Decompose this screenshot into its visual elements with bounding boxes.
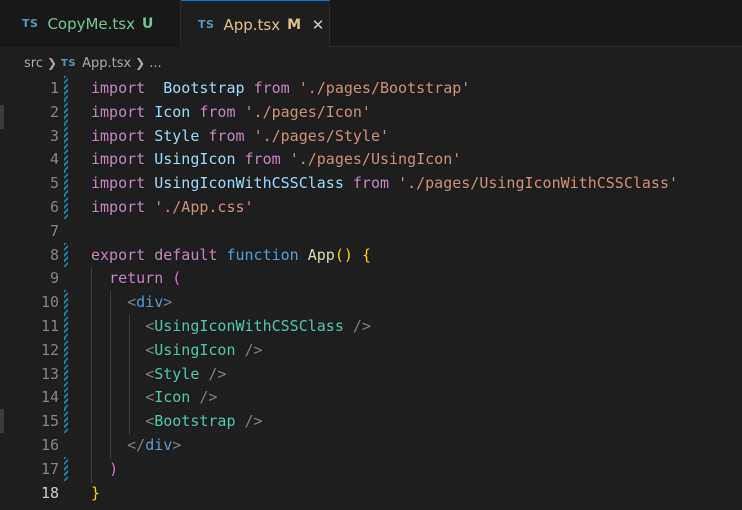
git-modified-marker[interactable] xyxy=(64,290,68,315)
line-number: 11 xyxy=(40,317,59,335)
untracked-badge: U xyxy=(142,15,154,32)
line-number: 2 xyxy=(49,102,59,121)
git-modified-marker[interactable] xyxy=(64,314,68,338)
code-line[interactable]: 16 </div> xyxy=(0,433,742,457)
code-line[interactable]: 14 <Icon /> xyxy=(0,385,742,410)
tab-label: App.tsx xyxy=(223,15,281,34)
git-modified-marker[interactable] xyxy=(64,361,68,386)
code-line[interactable]: 6 import './App.css' xyxy=(0,195,742,219)
code-line[interactable]: 7 xyxy=(0,219,742,243)
git-modified-marker[interactable] xyxy=(64,337,68,362)
code-text: <UsingIconWithCSSClass /> xyxy=(145,317,371,335)
line-number: 1 xyxy=(49,79,59,97)
line-number: 5 xyxy=(49,174,59,193)
line-number: 10 xyxy=(40,293,59,312)
code-text: } xyxy=(91,483,101,502)
code-text: import Icon from './pages/Icon' xyxy=(91,102,371,121)
close-icon[interactable]: ✕ xyxy=(310,16,326,34)
code-line[interactable]: 4 import UsingIcon from './pages/UsingIco… xyxy=(0,147,742,172)
code-text: <div> xyxy=(127,293,173,312)
code-text: export default function App() { xyxy=(91,245,371,264)
code-line[interactable]: 18} xyxy=(0,481,742,505)
breadcrumb-more[interactable]: ... xyxy=(149,56,161,71)
tab-app[interactable]: TS App.tsx M ✕ xyxy=(181,0,330,48)
code-text: import Bootstrap from './pages/Bootstrap… xyxy=(91,79,471,97)
tab-bar: TS CopyMe.tsx U TS App.tsx M ✕ xyxy=(0,0,742,48)
tab-copyme[interactable]: TS CopyMe.tsx U xyxy=(0,0,181,47)
code-text: </div> xyxy=(127,436,182,454)
git-modified-marker[interactable] xyxy=(64,147,68,172)
git-modified-marker[interactable] xyxy=(64,456,68,481)
code-line[interactable]: 17 ) xyxy=(0,456,742,481)
line-number: 9 xyxy=(49,269,59,288)
git-modified-marker[interactable] xyxy=(64,195,68,219)
tab-label: CopyMe.tsx xyxy=(47,14,135,33)
line-number: 12 xyxy=(40,340,59,359)
code-line[interactable]: 15 <Bootstrap /> xyxy=(0,409,742,434)
line-number: 13 xyxy=(40,364,59,383)
code-line[interactable]: 9 return ( xyxy=(0,266,742,290)
modified-badge: M xyxy=(287,16,302,33)
code-line[interactable]: 13 <Style /> xyxy=(0,361,742,386)
git-modified-marker[interactable] xyxy=(64,99,68,124)
git-modified-marker[interactable] xyxy=(64,409,68,434)
code-text: return ( xyxy=(109,269,182,288)
typescript-icon: TS xyxy=(22,17,39,30)
line-number: 15 xyxy=(40,412,59,431)
code-editor[interactable]: 1 import Bootstrap from './pages/Bootstra… xyxy=(0,75,742,510)
git-modified-marker[interactable] xyxy=(64,76,68,100)
line-number: 14 xyxy=(40,388,59,407)
line-number: 3 xyxy=(49,126,59,145)
line-number: 8 xyxy=(49,245,59,264)
code-line[interactable]: 5 import UsingIconWithCSSClass from './pa… xyxy=(0,171,742,196)
git-modified-marker[interactable] xyxy=(64,171,68,196)
code-line[interactable]: 1 import Bootstrap from './pages/Bootstra… xyxy=(0,76,742,100)
code-text: <Style /> xyxy=(145,364,227,383)
code-line[interactable]: 12 <UsingIcon /> xyxy=(0,337,742,362)
git-modified-marker[interactable] xyxy=(64,385,68,410)
code-text: import UsingIconWithCSSClass from './pag… xyxy=(91,174,679,193)
git-modified-marker[interactable] xyxy=(64,242,68,267)
code-text: import UsingIcon from './pages/UsingIcon… xyxy=(91,150,462,169)
typescript-icon: TS xyxy=(198,18,215,31)
git-modified-marker[interactable] xyxy=(64,123,68,148)
typescript-icon: TS xyxy=(61,57,77,69)
code-text: <Icon /> xyxy=(145,388,218,407)
breadcrumb: src ❯ TS App.tsx ❯ ... xyxy=(0,50,742,76)
code-text: import './App.css' xyxy=(91,198,254,216)
code-line[interactable]: 8 export default function App() { xyxy=(0,242,742,267)
code-line[interactable]: 10 <div> xyxy=(0,290,742,315)
code-line[interactable]: 3 import Style from './pages/Style' xyxy=(0,123,742,148)
line-number: 6 xyxy=(49,198,59,216)
line-number: 16 xyxy=(40,436,59,454)
code-text: import Style from './pages/Style' xyxy=(91,126,390,145)
line-number: 17 xyxy=(40,459,59,478)
chevron-right-icon: ❯ xyxy=(46,56,58,70)
code-text: ) xyxy=(109,459,119,478)
code-line[interactable]: 11 <UsingIconWithCSSClass /> xyxy=(0,314,742,338)
chevron-right-icon: ❯ xyxy=(135,56,146,70)
line-number: 18 xyxy=(40,483,59,502)
code-text: <UsingIcon /> xyxy=(145,340,263,359)
breadcrumb-folder[interactable]: src xyxy=(24,56,43,71)
line-number: 4 xyxy=(49,150,59,169)
code-line[interactable]: 2 import Icon from './pages/Icon' xyxy=(0,99,742,124)
code-text: <Bootstrap /> xyxy=(145,412,263,431)
breadcrumb-file[interactable]: App.tsx xyxy=(82,56,131,71)
line-number: 7 xyxy=(49,221,59,240)
